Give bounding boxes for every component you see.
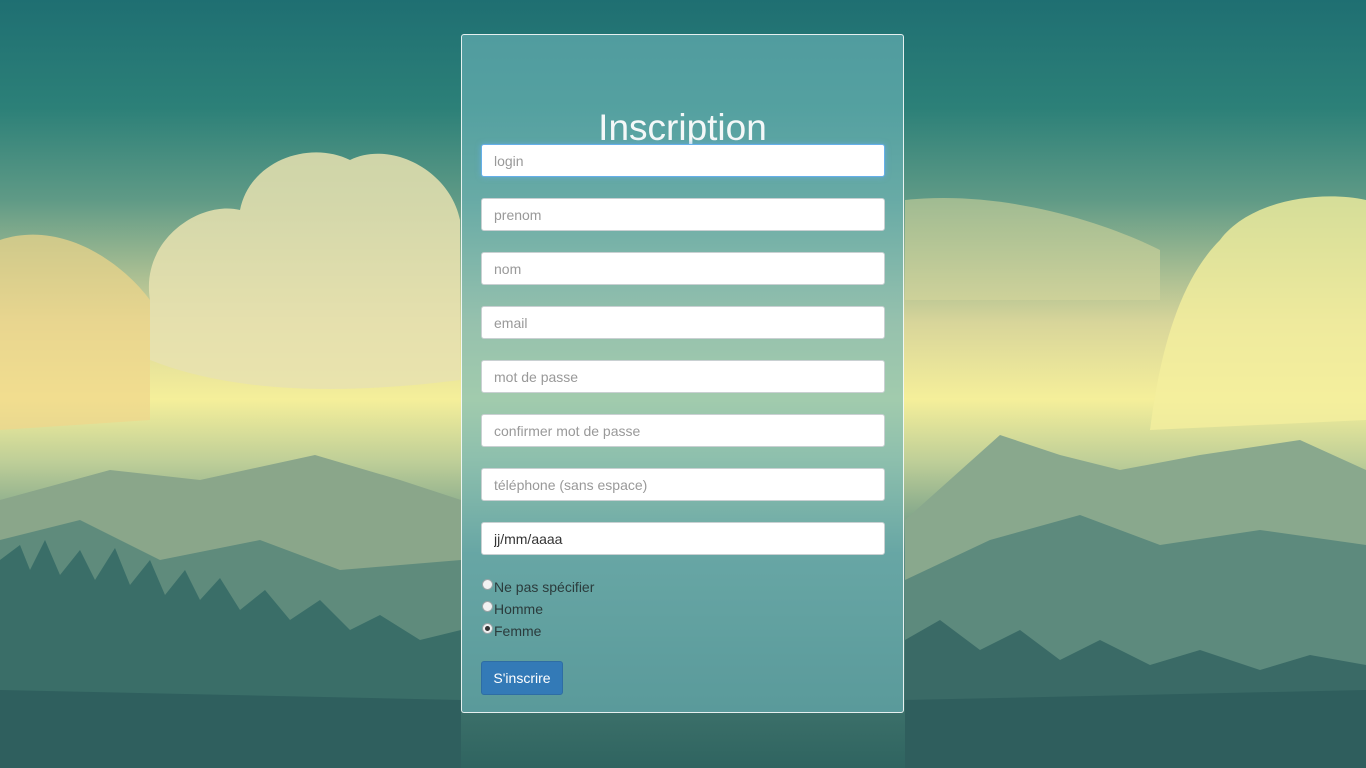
gender-option-unspecified[interactable]: Ne pas spécifier (482, 577, 594, 597)
radio-button[interactable] (482, 622, 493, 634)
first-name-field[interactable] (481, 198, 885, 231)
email-field[interactable] (481, 306, 885, 339)
radio-button[interactable] (482, 600, 493, 612)
gender-option-label: Ne pas spécifier (494, 579, 595, 595)
login-field[interactable] (481, 144, 885, 177)
gender-option-label: Femme (494, 623, 542, 639)
phone-field[interactable] (481, 468, 885, 501)
register-button[interactable]: S'inscrire (481, 661, 563, 695)
registration-form: Inscription Ne pas spécifier Homme Femme… (461, 34, 904, 713)
birthdate-field[interactable] (481, 522, 885, 555)
radio-button[interactable] (482, 578, 493, 590)
confirm-password-field[interactable] (481, 414, 885, 447)
gender-option-label: Homme (494, 601, 544, 617)
password-field[interactable] (481, 360, 885, 393)
gender-option-female[interactable]: Femme (482, 621, 541, 641)
last-name-field[interactable] (481, 252, 885, 285)
gender-option-male[interactable]: Homme (482, 599, 543, 619)
